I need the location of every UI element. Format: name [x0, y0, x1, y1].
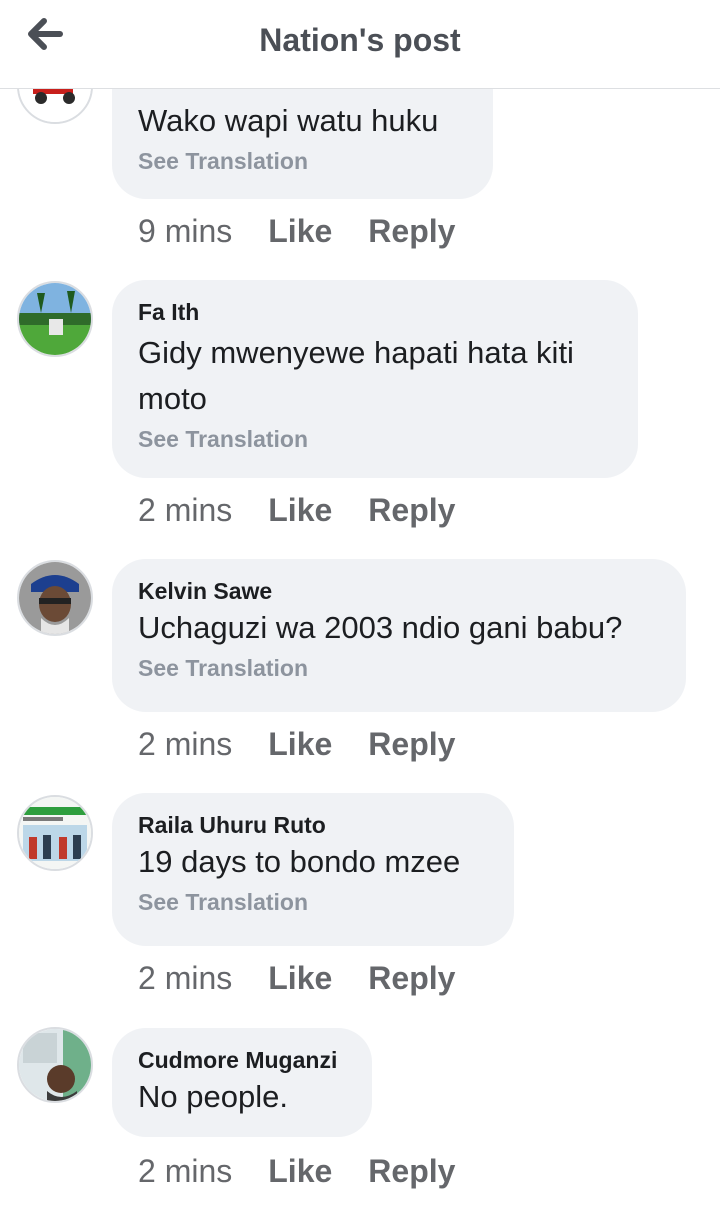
comment-actions: 2 mins Like Reply [138, 960, 491, 1000]
comment-time: 2 mins [138, 492, 233, 528]
avatar[interactable] [17, 1027, 93, 1103]
comment-time: 2 mins [138, 960, 233, 996]
comment-bubble: Cudmore Muganzi No people. [112, 1028, 372, 1137]
like-button[interactable]: Like [268, 1153, 332, 1190]
comment-actions: 2 mins Like Reply [138, 492, 491, 532]
reply-button[interactable]: Reply [368, 213, 455, 250]
page-title: Nation's post [259, 22, 461, 58]
comment-text: No people. [138, 1079, 288, 1114]
comment-time: 2 mins [138, 1153, 233, 1189]
see-translation-link[interactable]: See Translation [138, 424, 610, 454]
comment-list: Wako wapi watu huku See Translation 9 mi… [0, 0, 720, 1215]
see-translation-link[interactable]: See Translation [138, 653, 658, 683]
avatar[interactable] [17, 281, 93, 357]
see-translation-link[interactable]: See Translation [138, 887, 486, 917]
comment-text: Uchaguzi wa 2003 ndio gani babu? [138, 610, 623, 645]
app-header: Nation's post [0, 0, 720, 89]
comment-bubble: Raila Uhuru Ruto 19 days to bondo mzee S… [112, 793, 514, 946]
comment-time: 2 mins [138, 726, 233, 762]
comment-text: 19 days to bondo mzee [138, 844, 461, 879]
comment-actions: 2 mins Like Reply [138, 726, 491, 766]
reply-button[interactable]: Reply [368, 492, 455, 529]
comment-author[interactable]: Kelvin Sawe [138, 577, 658, 605]
like-button[interactable]: Like [268, 213, 332, 250]
comment-author[interactable]: Cudmore Muganzi [138, 1046, 344, 1074]
comment-actions: 2 mins Like Reply [138, 1153, 491, 1193]
reply-button[interactable]: Reply [368, 726, 455, 763]
comment-author[interactable]: Fa Ith [138, 298, 610, 326]
comment-bubble: Kelvin Sawe Uchaguzi wa 2003 ndio gani b… [112, 559, 686, 712]
comment-text: Wako wapi watu huku [138, 103, 439, 138]
see-translation-link[interactable]: See Translation [138, 146, 465, 176]
comment-text: Gidy mwenyewe hapati hata kiti moto [138, 335, 574, 416]
comment-author[interactable]: Raila Uhuru Ruto [138, 811, 486, 839]
like-button[interactable]: Like [268, 960, 332, 997]
comment-actions: 9 mins Like Reply [138, 213, 491, 253]
avatar[interactable] [17, 795, 93, 871]
comment-bubble: Fa Ith Gidy mwenyewe hapati hata kiti mo… [112, 280, 638, 478]
like-button[interactable]: Like [268, 492, 332, 529]
like-button[interactable]: Like [268, 726, 332, 763]
avatar[interactable] [17, 560, 93, 636]
comment-time: 9 mins [138, 213, 233, 249]
reply-button[interactable]: Reply [368, 1153, 455, 1190]
reply-button[interactable]: Reply [368, 960, 455, 997]
